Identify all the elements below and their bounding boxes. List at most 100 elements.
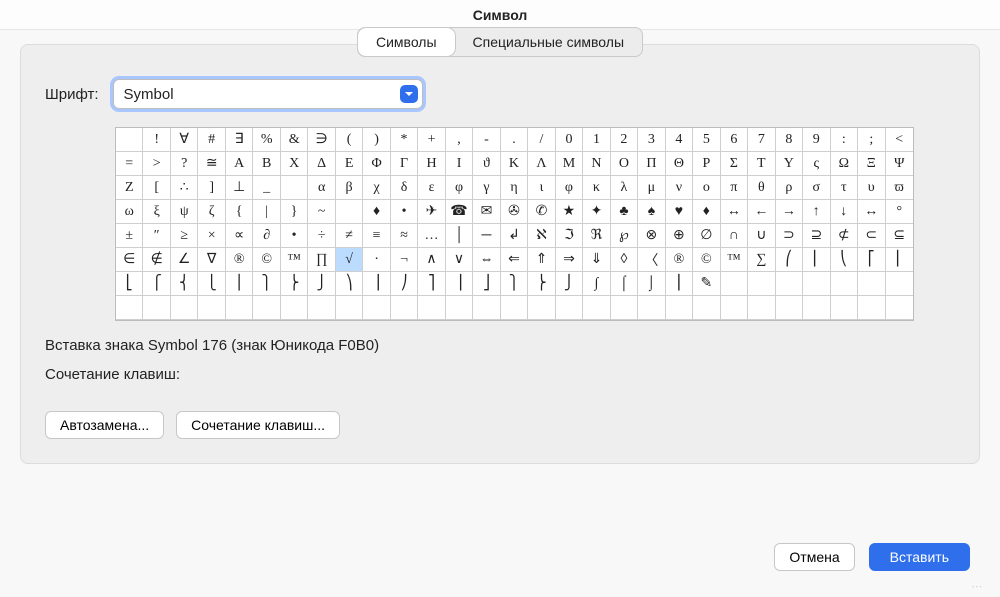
symbol-cell[interactable]: ©	[693, 248, 720, 272]
symbol-cell[interactable]: ⎨	[171, 272, 198, 296]
tab-symbols[interactable]: Символы	[358, 28, 455, 56]
symbol-cell[interactable]: ✇	[501, 200, 528, 224]
symbol-cell[interactable]: ]	[198, 176, 225, 200]
symbol-cell[interactable]: ✉	[473, 200, 500, 224]
symbol-cell[interactable]: 0	[556, 128, 583, 152]
symbol-cell[interactable]: ∅	[693, 224, 720, 248]
symbol-cell[interactable]: μ	[638, 176, 665, 200]
symbol-cell[interactable]: |	[253, 200, 280, 224]
symbol-cell[interactable]	[748, 296, 775, 320]
symbol-cell[interactable]: ★	[556, 200, 583, 224]
symbol-cell[interactable]: ✎	[693, 272, 720, 296]
symbol-cell[interactable]: ⎭	[308, 272, 335, 296]
symbol-cell[interactable]: <	[886, 128, 913, 152]
symbol-cell[interactable]	[336, 200, 363, 224]
symbol-cell[interactable]: •	[281, 224, 308, 248]
symbol-cell[interactable]: ℑ	[556, 224, 583, 248]
symbol-cell[interactable]: φ	[556, 176, 583, 200]
autocorrect-button[interactable]: Автозамена...	[45, 411, 164, 439]
symbol-cell[interactable]: ♣	[611, 200, 638, 224]
symbol-cell[interactable]: ⎡	[858, 248, 885, 272]
symbol-cell[interactable]	[308, 296, 335, 320]
symbol-cell[interactable]: Α	[226, 152, 253, 176]
symbol-cell[interactable]	[391, 296, 418, 320]
symbol-cell[interactable]: Ε	[336, 152, 363, 176]
symbol-cell[interactable]: °	[886, 200, 913, 224]
symbol-cell[interactable]: →	[776, 200, 803, 224]
symbol-cell[interactable]: ⎛	[776, 248, 803, 272]
symbol-cell[interactable]: 7	[748, 128, 775, 152]
symbol-cell[interactable]: ⎬	[528, 272, 555, 296]
symbol-cell[interactable]: Φ	[363, 152, 390, 176]
symbol-cell[interactable]: ✆	[528, 200, 555, 224]
cancel-button[interactable]: Отмена	[774, 543, 854, 571]
symbol-cell[interactable]	[803, 272, 830, 296]
symbol-cell[interactable]: ≡	[363, 224, 390, 248]
symbol-cell[interactable]	[363, 296, 390, 320]
symbol-cell[interactable]: 6	[721, 128, 748, 152]
symbol-cell[interactable]: ω	[116, 200, 143, 224]
symbol-cell[interactable]: ⊄	[831, 224, 858, 248]
symbol-cell[interactable]: ⊗	[638, 224, 665, 248]
symbol-cell[interactable]: θ	[748, 176, 775, 200]
symbol-cell[interactable]	[831, 272, 858, 296]
symbol-cell[interactable]: Χ	[281, 152, 308, 176]
symbol-cell[interactable]	[281, 176, 308, 200]
insert-button[interactable]: Вставить	[869, 543, 970, 571]
symbol-cell[interactable]	[666, 296, 693, 320]
symbol-cell[interactable]: ≅	[198, 152, 225, 176]
symbol-cell[interactable]: ↔	[721, 200, 748, 224]
symbol-cell[interactable]: [	[143, 176, 170, 200]
symbol-cell[interactable]: .	[501, 128, 528, 152]
symbol-cell[interactable]: ∪	[748, 224, 775, 248]
symbol-cell[interactable]: δ	[391, 176, 418, 200]
symbol-cell[interactable]: /	[528, 128, 555, 152]
symbol-cell[interactable]: ο	[693, 176, 720, 200]
symbol-cell[interactable]: ∑	[748, 248, 775, 272]
symbol-cell[interactable]: ™	[281, 248, 308, 272]
symbol-cell[interactable]: Λ	[528, 152, 555, 176]
symbol-cell[interactable]: ⎥	[446, 272, 473, 296]
symbol-cell[interactable]: ⎧	[143, 272, 170, 296]
symbol-cell[interactable]: φ	[446, 176, 473, 200]
symbol-cell[interactable]: ⌡	[638, 272, 665, 296]
symbol-cell[interactable]: σ	[803, 176, 830, 200]
symbol-cell[interactable]: Σ	[721, 152, 748, 176]
symbol-cell[interactable]: ⊇	[803, 224, 830, 248]
symbol-cell[interactable]: 3	[638, 128, 665, 152]
symbol-cell[interactable]: Μ	[556, 152, 583, 176]
symbol-cell[interactable]: ∫	[583, 272, 610, 296]
symbol-cell[interactable]: ℜ	[583, 224, 610, 248]
symbol-cell[interactable]: =	[116, 152, 143, 176]
symbol-cell[interactable]	[748, 272, 775, 296]
symbol-cell[interactable]: 9	[803, 128, 830, 152]
symbol-cell[interactable]: ¬	[391, 248, 418, 272]
symbol-cell[interactable]: ♦	[693, 200, 720, 224]
symbol-cell[interactable]	[171, 296, 198, 320]
symbol-cell[interactable]: ⎞	[336, 272, 363, 296]
symbol-cell[interactable]: 〈	[638, 248, 665, 272]
font-select[interactable]: Symbol	[113, 79, 423, 109]
symbol-cell[interactable]: Ο	[611, 152, 638, 176]
symbol-cell[interactable]: Ι	[446, 152, 473, 176]
symbol-cell[interactable]: ∃	[226, 128, 253, 152]
symbol-cell[interactable]: Π	[638, 152, 665, 176]
symbol-cell[interactable]: Ψ	[886, 152, 913, 176]
symbol-cell[interactable]	[418, 296, 445, 320]
symbol-cell[interactable]: ∩	[721, 224, 748, 248]
symbol-cell[interactable]: ς	[803, 152, 830, 176]
symbol-cell[interactable]	[831, 296, 858, 320]
symbol-cell[interactable]: ↑	[803, 200, 830, 224]
symbol-cell[interactable]: ⎢	[886, 248, 913, 272]
symbol-cell[interactable]: ζ	[198, 200, 225, 224]
symbol-cell[interactable]: ε	[418, 176, 445, 200]
symbol-cell[interactable]: ⎝	[831, 248, 858, 272]
symbol-cell[interactable]: ∂	[253, 224, 280, 248]
symbol-cell[interactable]: ξ	[143, 200, 170, 224]
symbol-cell[interactable]	[501, 296, 528, 320]
symbol-cell[interactable]: υ	[858, 176, 885, 200]
symbol-cell[interactable]: ⎪	[226, 272, 253, 296]
symbol-cell[interactable]: Β	[253, 152, 280, 176]
symbol-cell[interactable]: ∝	[226, 224, 253, 248]
symbol-cell[interactable]: ~	[308, 200, 335, 224]
